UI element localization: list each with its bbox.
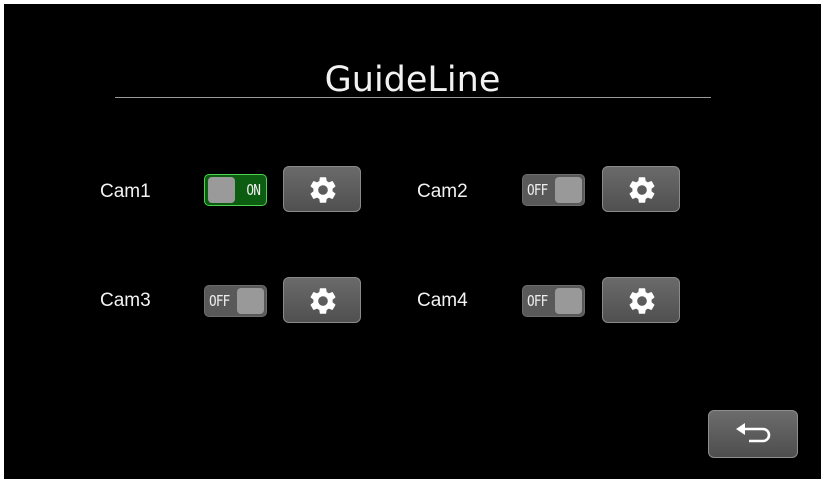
toggle-knob bbox=[237, 288, 264, 314]
toggle-state-label: OFF bbox=[527, 181, 548, 199]
toggle-state-label: ON bbox=[246, 181, 261, 199]
cam2-settings-button[interactable] bbox=[602, 166, 680, 212]
cam4-label: Cam4 bbox=[417, 290, 468, 311]
title-divider bbox=[115, 97, 711, 98]
cam1-settings-button[interactable] bbox=[283, 166, 361, 212]
cam1-toggle[interactable]: ON bbox=[204, 174, 267, 206]
cam3-toggle[interactable]: OFF bbox=[204, 285, 267, 317]
gear-icon bbox=[310, 177, 336, 203]
gear-icon bbox=[629, 177, 655, 203]
guideline-screen: GuideLine Cam1 ON Cam2 OFF Cam3 OFF Cam4… bbox=[4, 4, 821, 479]
gear-icon bbox=[310, 288, 336, 314]
toggle-knob bbox=[208, 177, 235, 203]
cam4-settings-button[interactable] bbox=[602, 277, 680, 323]
cam3-label: Cam3 bbox=[100, 290, 151, 311]
return-arrow-icon bbox=[736, 423, 771, 443]
toggle-state-label: OFF bbox=[209, 292, 230, 310]
cam1-label: Cam1 bbox=[100, 181, 151, 202]
page-title: GuideLine bbox=[324, 60, 501, 100]
cam3-settings-button[interactable] bbox=[283, 277, 361, 323]
toggle-knob bbox=[555, 288, 582, 314]
cam2-toggle[interactable]: OFF bbox=[522, 174, 585, 206]
cam4-toggle[interactable]: OFF bbox=[522, 285, 585, 317]
gear-icon bbox=[629, 288, 655, 314]
toggle-state-label: OFF bbox=[527, 292, 548, 310]
toggle-knob bbox=[555, 177, 582, 203]
cam2-label: Cam2 bbox=[417, 181, 468, 202]
back-button[interactable] bbox=[708, 410, 798, 458]
